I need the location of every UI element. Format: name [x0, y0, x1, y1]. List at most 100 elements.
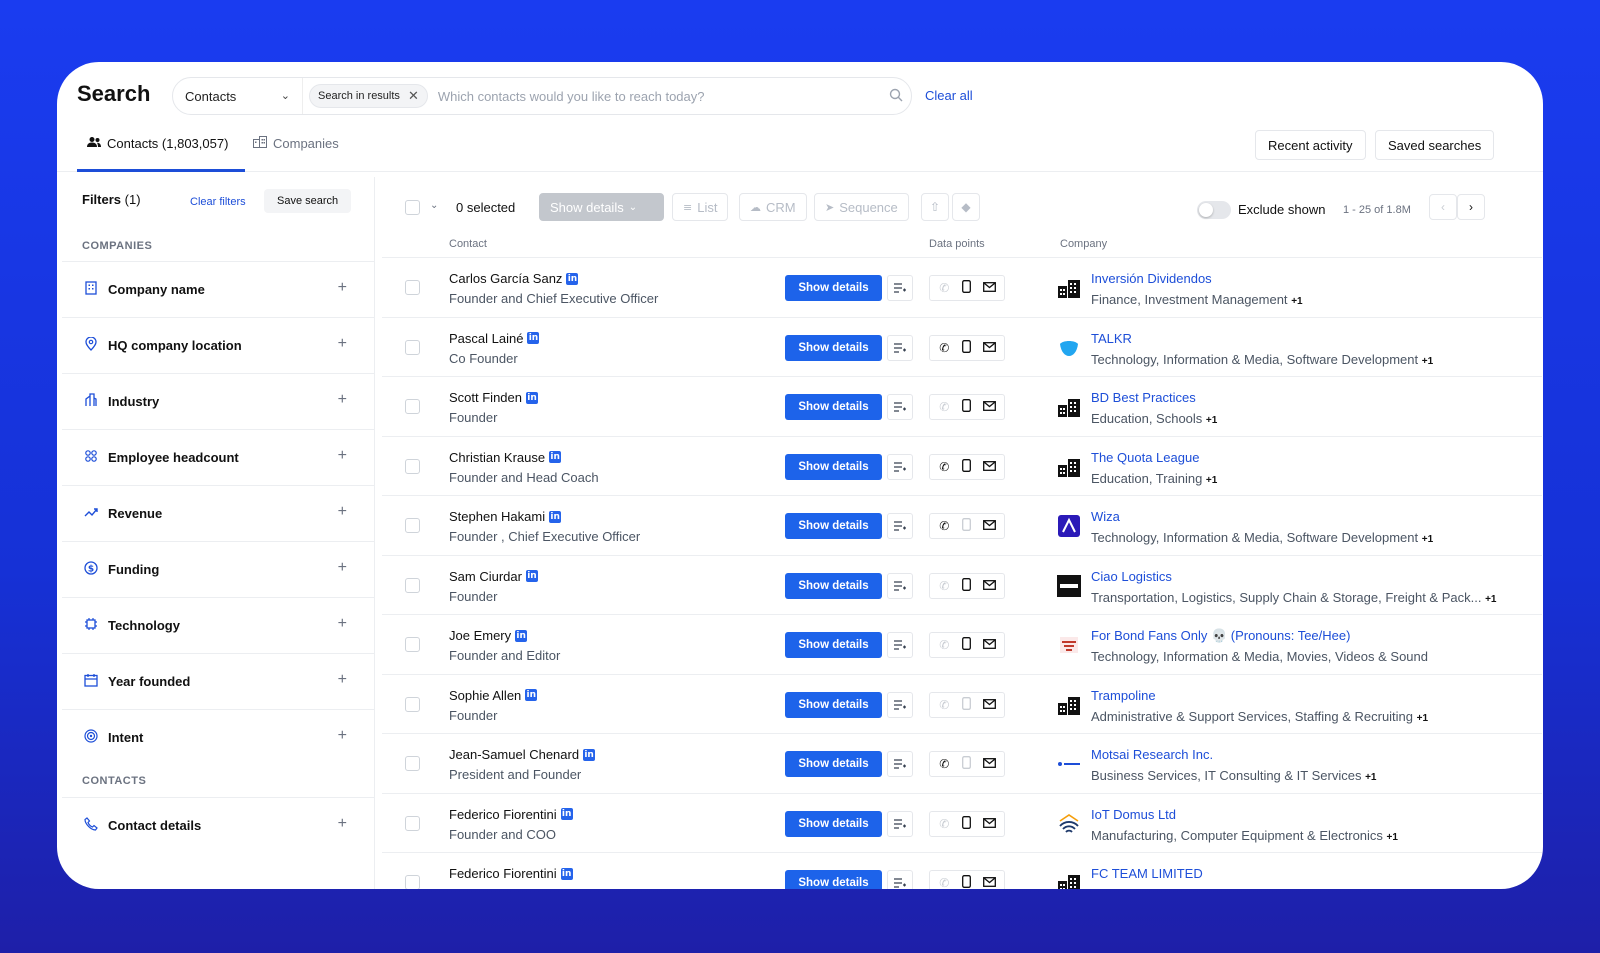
company-name-link[interactable]: IoT Domus Ltd: [1091, 807, 1176, 822]
contact-name[interactable]: Sophie Allen in: [449, 688, 538, 703]
plus-icon[interactable]: +: [338, 279, 347, 297]
contact-name[interactable]: Federico Fiorentini in: [449, 807, 573, 822]
add-to-sequence-icon[interactable]: [887, 334, 913, 361]
linkedin-icon[interactable]: in: [560, 867, 573, 880]
table-row[interactable]: Federico Fiorentini in Show details ✆ FC…: [382, 852, 1542, 889]
email-icon[interactable]: [980, 400, 1000, 414]
add-to-sequence-icon[interactable]: [887, 572, 913, 599]
linkedin-icon[interactable]: in: [527, 332, 540, 344]
table-row[interactable]: Federico Fiorentini in Founder and COO S…: [382, 792, 1542, 852]
filter-technology[interactable]: Technology +: [62, 597, 375, 653]
row-checkbox[interactable]: [405, 875, 420, 889]
filter-hq-location[interactable]: HQ company location +: [62, 317, 375, 373]
contact-name[interactable]: Stephen Hakami in: [449, 509, 562, 524]
row-checkbox[interactable]: [405, 280, 420, 295]
add-to-sequence-icon[interactable]: [887, 870, 913, 889]
linkedin-icon[interactable]: in: [525, 689, 538, 701]
phone-icon[interactable]: ✆: [934, 757, 954, 771]
plus-icon[interactable]: +: [338, 391, 347, 409]
table-row[interactable]: Jean-Samuel Chenard in President and Fou…: [382, 733, 1542, 792]
show-details-button[interactable]: Show details: [785, 394, 882, 420]
company-name-link[interactable]: FC TEAM LIMITED: [1091, 866, 1203, 881]
industry-more-count[interactable]: +1: [1422, 534, 1433, 545]
recent-activity-button[interactable]: Recent activity: [1255, 130, 1366, 160]
linkedin-icon[interactable]: in: [583, 748, 596, 761]
tab-companies[interactable]: Companies: [253, 136, 339, 172]
phone-icon[interactable]: ✆: [934, 638, 954, 652]
row-checkbox[interactable]: [405, 399, 420, 414]
clear-all-link[interactable]: Clear all: [925, 88, 973, 103]
mobile-icon[interactable]: [957, 458, 977, 475]
linkedin-icon[interactable]: in: [526, 391, 538, 404]
sequence-button[interactable]: ➤ Sequence: [814, 193, 909, 221]
show-details-button[interactable]: Show details: [785, 275, 882, 301]
row-checkbox[interactable]: [405, 815, 420, 831]
filter-intent[interactable]: Intent +: [62, 709, 375, 765]
filter-year-founded[interactable]: Year founded +: [62, 653, 375, 709]
email-icon[interactable]: [980, 341, 1000, 355]
tag-button[interactable]: ◆: [952, 193, 980, 221]
table-row[interactable]: Sam Ciurdar in Founder Show details ✆ Ci…: [382, 554, 1542, 614]
linkedin-icon[interactable]: in: [525, 570, 538, 582]
industry-more-count[interactable]: +1: [1417, 713, 1428, 724]
show-details-bulk-button[interactable]: Show details ⌄: [539, 193, 664, 221]
row-checkbox[interactable]: [405, 339, 420, 355]
email-icon[interactable]: [980, 876, 1000, 889]
contact-name[interactable]: Federico Fiorentini in: [449, 866, 573, 881]
add-to-sequence-icon[interactable]: [887, 691, 913, 718]
company-name-link[interactable]: Ciao Logistics: [1091, 569, 1172, 584]
contact-name[interactable]: Sam Ciurdar in: [449, 569, 538, 584]
phone-icon[interactable]: ✆: [934, 876, 954, 889]
plus-icon[interactable]: +: [338, 335, 347, 353]
filter-employee-headcount[interactable]: Employee headcount +: [62, 429, 375, 485]
email-icon[interactable]: [980, 817, 1000, 831]
add-to-sequence-icon[interactable]: [887, 394, 913, 420]
linkedin-icon[interactable]: in: [515, 629, 528, 642]
row-checkbox[interactable]: [405, 756, 420, 771]
add-to-sequence-icon[interactable]: [887, 810, 913, 837]
contact-name[interactable]: Christian Krause in: [449, 450, 562, 465]
show-details-button[interactable]: Show details: [785, 751, 882, 777]
filter-industry[interactable]: Industry +: [62, 373, 375, 429]
linkedin-icon[interactable]: in: [549, 510, 562, 523]
email-icon[interactable]: [980, 281, 1000, 295]
contact-name[interactable]: Carlos García Sanz in: [449, 271, 579, 286]
filter-contact-details[interactable]: Contact details +: [62, 797, 375, 853]
phone-icon[interactable]: ✆: [934, 281, 954, 295]
exclude-shown-toggle[interactable]: [1197, 201, 1231, 219]
mobile-icon[interactable]: [957, 577, 977, 594]
prev-page-button[interactable]: ‹: [1429, 194, 1457, 220]
company-name-link[interactable]: Trampoline: [1091, 688, 1156, 703]
company-name-link[interactable]: The Quota League: [1091, 450, 1199, 465]
linkedin-icon[interactable]: in: [566, 272, 579, 285]
industry-more-count[interactable]: +1: [1387, 832, 1398, 843]
crm-button[interactable]: ☁ CRM: [739, 193, 807, 221]
industry-more-count[interactable]: +1: [1365, 772, 1376, 783]
close-icon[interactable]: ✕: [408, 88, 419, 104]
table-row[interactable]: Sophie Allen in Founder Show details ✆ T…: [382, 673, 1542, 733]
show-details-button[interactable]: Show details: [785, 691, 882, 718]
next-page-button[interactable]: ›: [1457, 194, 1485, 220]
tab-contacts[interactable]: Contacts (1,803,057): [77, 136, 245, 172]
select-all-checkbox[interactable]: [405, 200, 420, 215]
show-details-button[interactable]: Show details: [785, 334, 882, 361]
contact-name[interactable]: Pascal Lainé in: [449, 331, 540, 346]
mobile-icon[interactable]: [957, 518, 977, 534]
company-name-link[interactable]: Inversión Dividendos: [1091, 271, 1212, 286]
plus-icon[interactable]: +: [338, 559, 347, 577]
search-icon[interactable]: [881, 88, 911, 105]
search-input[interactable]: [437, 88, 881, 104]
company-name-link[interactable]: Wiza: [1091, 509, 1120, 524]
email-icon[interactable]: [980, 460, 1000, 474]
plus-icon[interactable]: +: [338, 615, 347, 633]
plus-icon[interactable]: +: [338, 447, 347, 465]
plus-icon[interactable]: +: [338, 671, 347, 689]
phone-icon[interactable]: ✆: [934, 579, 954, 593]
company-name-link[interactable]: Motsai Research Inc.: [1091, 747, 1213, 762]
row-checkbox[interactable]: [405, 518, 420, 533]
plus-icon[interactable]: +: [338, 815, 347, 833]
phone-icon[interactable]: ✆: [934, 460, 954, 474]
mobile-icon[interactable]: [957, 399, 977, 415]
add-to-sequence-icon[interactable]: [887, 453, 913, 480]
email-icon[interactable]: [980, 757, 1000, 771]
